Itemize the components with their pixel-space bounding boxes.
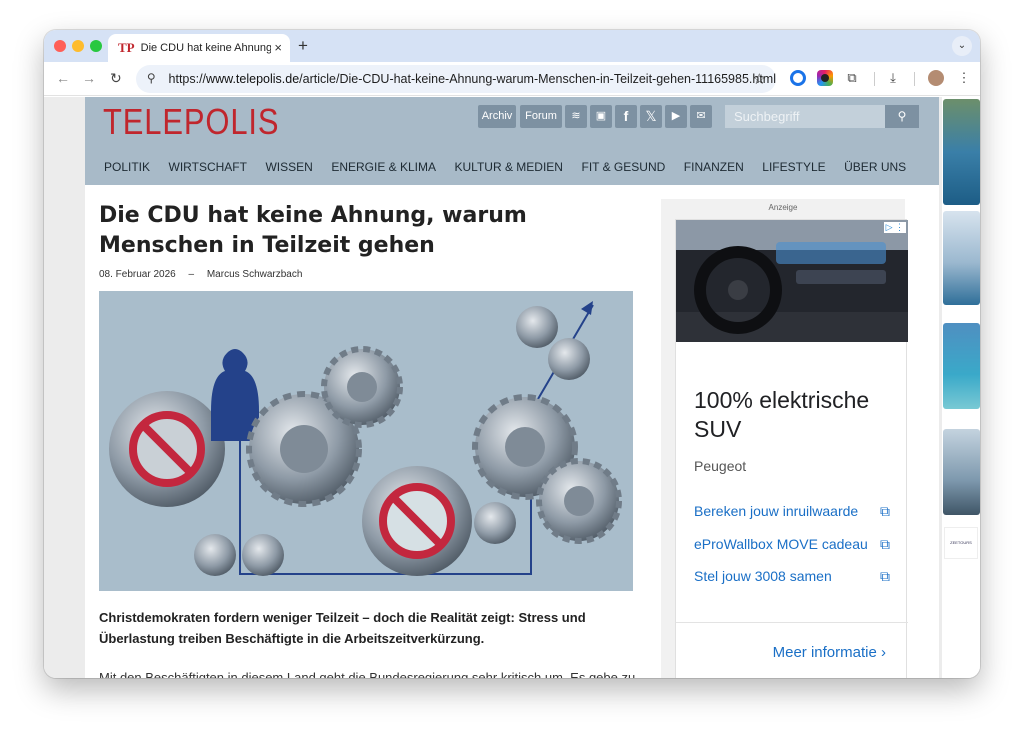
article-body: Mit den Beschäftigten in diesem Land geh… bbox=[99, 670, 636, 678]
advertisement-column: Anzeige ▷ ⋮ 100% elektrische SUV Peugeot… bbox=[661, 199, 908, 678]
telepolis-logo[interactable]: TELEPOLIS bbox=[103, 101, 279, 143]
adchoices-icon[interactable]: ▷ ⋮ bbox=[883, 222, 906, 233]
article-headline: Die CDU hat keine Ahnung, warum Menschen… bbox=[99, 203, 527, 258]
ad-link-inruilwaarde[interactable]: Bereken jouw inruilwaarde ⧉ bbox=[694, 503, 890, 520]
telepolis-page: TELEPOLIS Archiv Forum ≋ ▣ f 𝕏 ▶ ✉ Suchb… bbox=[85, 97, 939, 678]
nav-item-politik[interactable]: POLITIK bbox=[104, 160, 150, 174]
article-meta: 08. Februar 2026 – Marcus Schwarzbach bbox=[99, 269, 312, 280]
rss-icon[interactable]: ≋ bbox=[565, 105, 587, 128]
browser-menu-icon[interactable]: ⋮ bbox=[956, 70, 972, 86]
toolbar-divider bbox=[914, 72, 915, 86]
gears-illustration bbox=[109, 301, 622, 576]
forward-arrow-icon[interactable]: → bbox=[82, 70, 96, 86]
forum-button[interactable]: Forum bbox=[520, 105, 562, 128]
extensions-puzzle-icon[interactable]: ⧉ bbox=[844, 70, 860, 86]
tab-title: Die CDU hat keine Ahnung, w bbox=[140, 42, 271, 54]
facebook-icon[interactable]: f bbox=[615, 105, 637, 128]
search-input[interactable]: Suchbegriff bbox=[725, 105, 885, 128]
tab-bar: TP Die CDU hat keine Ahnung, w × + ⌄ bbox=[44, 30, 980, 62]
ad-link-wallbox[interactable]: eProWallbox MOVE cadeau ⧉ bbox=[694, 536, 890, 553]
site-header: TELEPOLIS Archiv Forum ≋ ▣ f 𝕏 ▶ ✉ Suchb… bbox=[85, 97, 939, 185]
color-picker-extension-icon[interactable] bbox=[817, 70, 833, 86]
profile-avatar[interactable] bbox=[928, 70, 944, 86]
telepolis-favicon-icon: TP bbox=[118, 40, 135, 55]
article-date: 08. Februar 2026 bbox=[99, 269, 176, 280]
main-navigation: POLITIK WIRTSCHAFT WISSEN ENERGIE & KLIM… bbox=[104, 160, 925, 174]
ad-image-yacht[interactable] bbox=[943, 429, 980, 515]
reload-icon[interactable]: ↻ bbox=[110, 70, 122, 87]
external-link-icon: ⧉ bbox=[880, 536, 890, 552]
car-interior-image[interactable]: ▷ ⋮ bbox=[676, 220, 908, 342]
ad-link-3008[interactable]: Stel jouw 3008 samen ⧉ bbox=[694, 568, 890, 585]
address-bar[interactable]: ⚲ https://www.telepolis.de/article/Die-C… bbox=[136, 65, 776, 93]
hero-illustration bbox=[99, 291, 633, 591]
back-arrow-icon[interactable]: ← bbox=[56, 70, 70, 86]
car-dashboard-graphic bbox=[676, 220, 908, 342]
mail-icon[interactable]: ✉ bbox=[690, 105, 712, 128]
search-icon[interactable]: ⚲ bbox=[885, 105, 919, 128]
article-lead: Christdemokraten fordern weniger Teilzei… bbox=[99, 610, 586, 646]
external-link-icon: ⧉ bbox=[880, 503, 890, 519]
x-twitter-icon[interactable]: 𝕏 bbox=[640, 105, 662, 128]
tab-search-chevron-icon[interactable]: ⌄ bbox=[952, 36, 972, 56]
youtube-icon[interactable]: ▶ bbox=[665, 105, 687, 128]
meta-separator: – bbox=[188, 269, 195, 280]
nav-item-finanzen[interactable]: FINANZEN bbox=[684, 160, 744, 174]
site-info-icon[interactable]: ⚲ bbox=[144, 71, 159, 87]
password-manager-icon[interactable] bbox=[790, 70, 806, 86]
browser-toolbar: ← → ↻ ⚲ https://www.telepolis.de/article… bbox=[44, 62, 980, 96]
ad-image-lagoon[interactable] bbox=[943, 323, 980, 409]
ad-label: Anzeige bbox=[768, 203, 798, 212]
download-icon[interactable]: ⤓ bbox=[885, 70, 901, 86]
tab-active[interactable]: TP Die CDU hat keine Ahnung, w × bbox=[108, 34, 290, 62]
nav-item-fit-gesund[interactable]: FIT & GESUND bbox=[581, 160, 665, 174]
article-author[interactable]: Marcus Schwarzbach bbox=[207, 269, 303, 280]
zeetours-logo[interactable]: ZEETOURS bbox=[944, 527, 978, 559]
skyscraper-ad[interactable]: ZEETOURS bbox=[942, 97, 980, 678]
ad-image-ship[interactable] bbox=[943, 99, 980, 205]
ad-title[interactable]: 100% elektrische SUV bbox=[694, 386, 894, 444]
ad-divider bbox=[676, 622, 908, 623]
nav-item-ueber-uns[interactable]: ÜBER UNS bbox=[844, 160, 906, 174]
minimize-window-button[interactable] bbox=[72, 40, 84, 52]
url-text[interactable]: https://www.telepolis.de/article/Die-CDU… bbox=[169, 72, 776, 86]
ad-image-cruise[interactable] bbox=[943, 211, 980, 305]
ad-link-label: eProWallbox MOVE cadeau bbox=[694, 536, 868, 552]
page-viewport: TELEPOLIS Archiv Forum ≋ ▣ f 𝕏 ▶ ✉ Suchb… bbox=[44, 97, 980, 678]
ad-link-label: Stel jouw 3008 samen bbox=[694, 568, 832, 584]
archiv-button[interactable]: Archiv bbox=[478, 105, 516, 128]
nav-item-kultur-medien[interactable]: KULTUR & MEDIEN bbox=[455, 160, 563, 174]
tab-close-icon[interactable]: × bbox=[274, 40, 282, 55]
external-link-icon: ⧉ bbox=[880, 568, 890, 584]
new-tab-button[interactable]: + bbox=[298, 36, 308, 56]
close-window-button[interactable] bbox=[54, 40, 66, 52]
bookmark-star-icon[interactable]: ☆ bbox=[753, 70, 766, 88]
nav-item-energie-klima[interactable]: ENERGIE & KLIMA bbox=[331, 160, 436, 174]
nav-item-lifestyle[interactable]: LIFESTYLE bbox=[762, 160, 825, 174]
ad-more-info-button[interactable]: Meer informatie › bbox=[676, 644, 908, 661]
toolbar-divider bbox=[874, 72, 875, 86]
podcast-icon[interactable]: ▣ bbox=[590, 105, 612, 128]
ad-link-label: Bereken jouw inruilwaarde bbox=[694, 503, 859, 519]
ad-brand: Peugeot bbox=[694, 458, 747, 474]
ad-card[interactable]: ▷ ⋮ 100% elektrische SUV Peugeot Bereken… bbox=[675, 219, 908, 678]
browser-window: TP Die CDU hat keine Ahnung, w × + ⌄ ← →… bbox=[44, 30, 980, 678]
zoom-window-button[interactable] bbox=[90, 40, 102, 52]
nav-item-wirtschaft[interactable]: WIRTSCHAFT bbox=[169, 160, 247, 174]
nav-item-wissen[interactable]: WISSEN bbox=[265, 160, 312, 174]
